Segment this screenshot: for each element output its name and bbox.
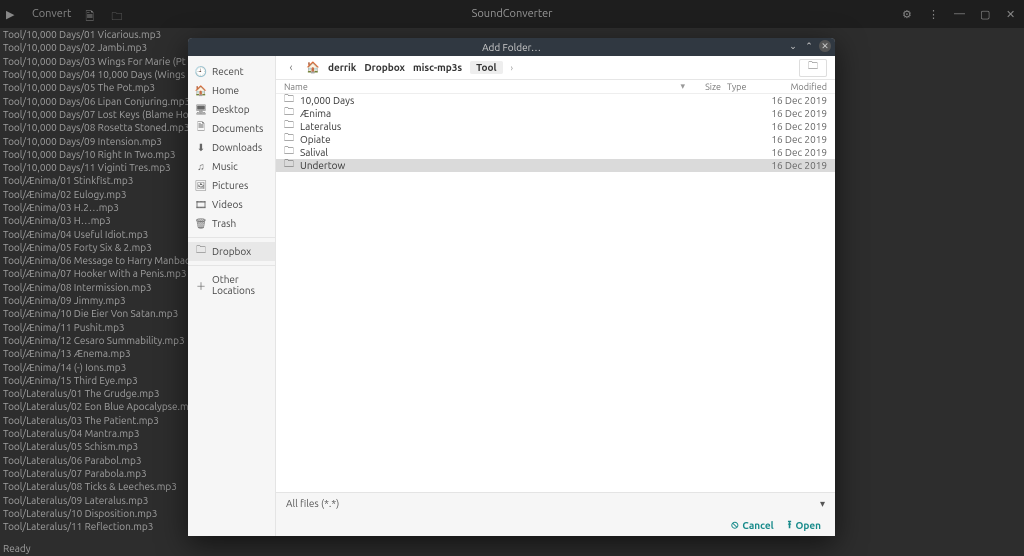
add-folder-icon[interactable]: 🗀 xyxy=(111,8,123,20)
sidebar-item-label: Recent xyxy=(212,66,244,77)
sidebar-item-label: Pictures xyxy=(212,180,248,191)
sidebar-item-label: Music xyxy=(212,161,238,172)
desktop-icon: 🖥 xyxy=(196,105,206,115)
sidebar-item-label: Home xyxy=(212,85,239,96)
music-icon: ♫ xyxy=(196,162,206,172)
convert-icon[interactable]: ▶ xyxy=(6,8,18,20)
places-sidebar: 🕘 Recent 🏠 Home 🖥 Desktop 🗎 Documents ⬇ Downloads… xyxy=(188,56,276,536)
breadcrumb-item[interactable]: derrik xyxy=(328,62,356,73)
recent-icon: 🕘 xyxy=(196,67,206,77)
cancel-icon: ⦸ xyxy=(731,519,738,532)
path-bar: ‹ 🏠 derrik Dropbox misc-mp3s Tool › 🗀 xyxy=(276,56,835,80)
folder-row[interactable]: 🗀Salival16 Dec 2019 xyxy=(276,146,835,159)
add-file-icon[interactable]: 🗎 xyxy=(85,8,97,20)
videos-icon: 🎞 xyxy=(196,200,206,210)
new-folder-button[interactable]: 🗀 xyxy=(799,59,827,77)
file-filter-select[interactable]: All files (*.*) ▾ xyxy=(276,492,835,514)
folder-name: Lateralus xyxy=(300,121,757,132)
sidebar-item-documents[interactable]: 🗎 Documents xyxy=(188,119,275,138)
sidebar-item-other-locations[interactable]: ＋ Other Locations xyxy=(188,270,275,300)
home-icon[interactable]: 🏠 xyxy=(306,61,320,74)
folder-row[interactable]: 🗀Ænima16 Dec 2019 xyxy=(276,107,835,120)
add-folder-dialog: Add Folder… ⌄ ⌃ ✕ 🕘 Recent 🏠 Home 🖥 Desktop 🗎 D… xyxy=(188,38,835,536)
sidebar-item-label: Dropbox xyxy=(212,246,251,257)
folder-listing: 🗀10,000 Days16 Dec 2019🗀Ænima16 Dec 2019… xyxy=(276,94,835,492)
sidebar-item-label: Downloads xyxy=(212,142,262,153)
folder-modified: 16 Dec 2019 xyxy=(757,95,827,106)
sidebar-item-downloads[interactable]: ⬇ Downloads xyxy=(188,138,275,157)
file-chooser-main: ‹ 🏠 derrik Dropbox misc-mp3s Tool › 🗀 Name ▾… xyxy=(276,56,835,536)
folder-name: Ænima xyxy=(300,108,757,119)
folder-modified: 16 Dec 2019 xyxy=(757,147,827,158)
breadcrumb-item[interactable]: misc-mp3s xyxy=(413,62,462,73)
col-name[interactable]: Name xyxy=(284,82,680,92)
sidebar-item-home[interactable]: 🏠 Home xyxy=(188,81,275,100)
sidebar-item-trash[interactable]: 🗑 Trash xyxy=(188,214,275,233)
dialog-titlebar: Add Folder… ⌄ ⌃ ✕ xyxy=(188,38,835,56)
nav-back-icon[interactable]: ‹ xyxy=(284,62,298,74)
breadcrumb-item[interactable]: Dropbox xyxy=(364,62,405,73)
maximize-icon[interactable]: ▢ xyxy=(980,8,992,20)
sidebar-item-label: Videos xyxy=(212,199,243,210)
dialog-close-icon[interactable]: ✕ xyxy=(819,40,831,52)
dialog-maximize-icon[interactable]: ⌃ xyxy=(803,40,815,52)
dialog-title: Add Folder… xyxy=(482,42,541,53)
convert-label: Convert xyxy=(32,8,71,20)
open-button[interactable]: ⭱ Open xyxy=(788,516,821,535)
chevron-down-icon: ▾ xyxy=(820,498,825,510)
documents-icon: 🗎 xyxy=(196,124,206,134)
sidebar-item-recent[interactable]: 🕘 Recent xyxy=(188,62,275,81)
breadcrumb-forward-icon[interactable]: › xyxy=(511,63,514,73)
folder-row[interactable]: 🗀Lateralus16 Dec 2019 xyxy=(276,120,835,133)
col-size[interactable]: Size xyxy=(685,82,721,92)
col-type[interactable]: Type xyxy=(721,82,757,92)
folder-name: Undertow xyxy=(300,160,757,171)
folder-name: Opiate xyxy=(300,134,757,145)
breadcrumb: derrik Dropbox misc-mp3s Tool › xyxy=(328,61,513,74)
close-icon[interactable]: ✕ xyxy=(1006,8,1018,20)
app-title: SoundConverter xyxy=(0,8,1024,20)
dialog-action-bar: ⦸ Cancel ⭱ Open xyxy=(276,514,835,536)
column-headers: Name ▾ Size Type Modified xyxy=(276,80,835,94)
sidebar-item-label: Desktop xyxy=(212,104,250,115)
breadcrumb-item[interactable]: Tool xyxy=(470,61,502,74)
sidebar-item-dropbox[interactable]: 🗀 Dropbox xyxy=(188,242,275,261)
menu-icon[interactable]: ⋮ xyxy=(928,8,940,20)
folder-name: Salival xyxy=(300,147,757,158)
app-titlebar: ▶ Convert 🗎 🗀 SoundConverter ⚙ ⋮ — ▢ ✕ xyxy=(0,0,1024,28)
other-locations-icon: ＋ xyxy=(196,280,206,290)
settings-icon[interactable]: ⚙ xyxy=(902,8,914,20)
trash-icon: 🗑 xyxy=(196,219,206,229)
folder-row[interactable]: 🗀Opiate16 Dec 2019 xyxy=(276,133,835,146)
status-text: Ready xyxy=(3,543,31,554)
folder-row[interactable]: 🗀 Undertow16 Dec 2019 xyxy=(276,159,835,172)
sidebar-item-label: Trash xyxy=(212,218,236,229)
folder-modified: 16 Dec 2019 xyxy=(757,160,827,171)
pictures-icon: 🖼 xyxy=(196,181,206,191)
folder-modified: 16 Dec 2019 xyxy=(757,108,827,119)
folder-icon: 🗀 xyxy=(284,157,296,174)
sidebar-item-label: Documents xyxy=(212,123,263,134)
sidebar-item-videos[interactable]: 🎞 Videos xyxy=(188,195,275,214)
downloads-icon: ⬇ xyxy=(196,143,206,153)
folder-row[interactable]: 🗀10,000 Days16 Dec 2019 xyxy=(276,94,835,107)
folder-name: 10,000 Days xyxy=(300,95,757,106)
sidebar-item-desktop[interactable]: 🖥 Desktop xyxy=(188,100,275,119)
sidebar-item-label: Other Locations xyxy=(212,274,267,296)
file-filter-label: All files (*.*) xyxy=(286,498,339,509)
sidebar-item-pictures[interactable]: 🖼 Pictures xyxy=(188,176,275,195)
minimize-icon[interactable]: — xyxy=(954,8,966,20)
cancel-button[interactable]: ⦸ Cancel xyxy=(731,519,773,532)
dialog-minimize-icon[interactable]: ⌄ xyxy=(787,40,799,52)
sidebar-item-music[interactable]: ♫ Music xyxy=(188,157,275,176)
open-icon: ⭱ xyxy=(788,516,792,535)
col-modified[interactable]: Modified xyxy=(757,82,827,92)
dropbox-icon: 🗀 xyxy=(196,247,206,257)
home-icon: 🏠 xyxy=(196,86,206,96)
folder-modified: 16 Dec 2019 xyxy=(757,134,827,145)
folder-modified: 16 Dec 2019 xyxy=(757,121,827,132)
